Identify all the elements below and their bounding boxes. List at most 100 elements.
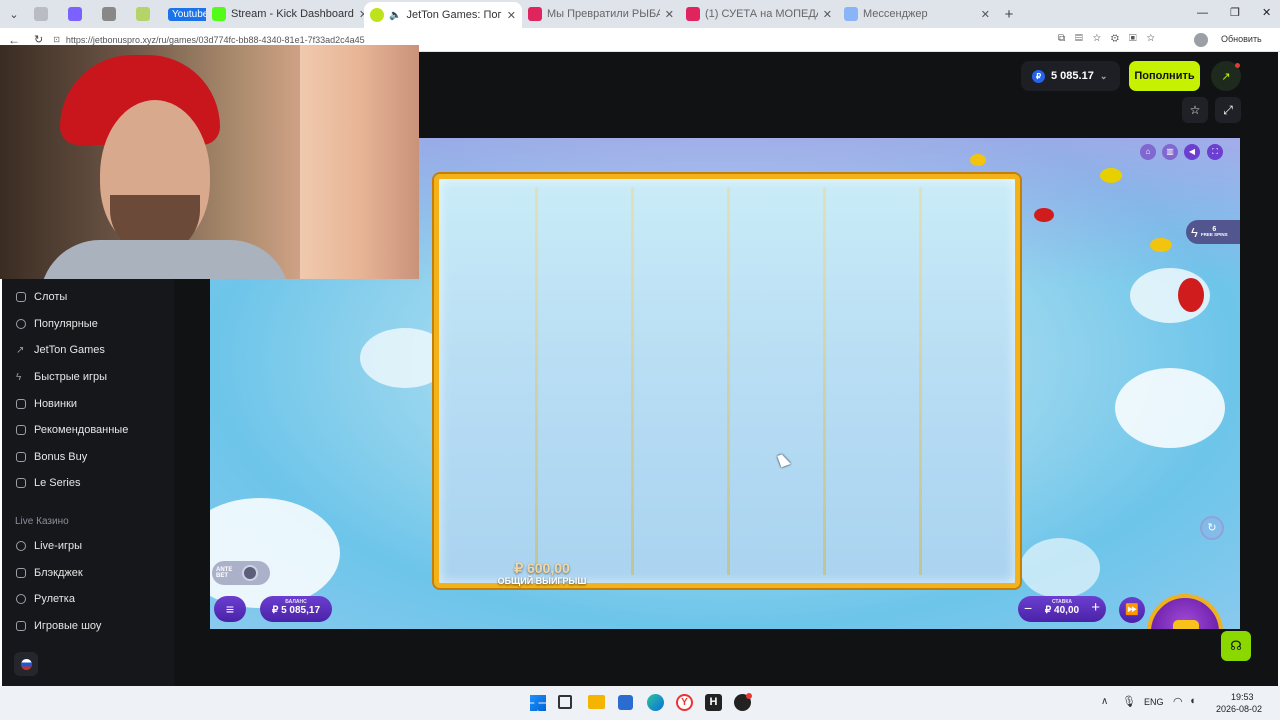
extensions-icons[interactable]: ⧉▤☆⚙▣☆ [1058,33,1165,44]
sidebar-item-roulette[interactable]: Рулетка [2,586,174,613]
free-spins-badge[interactable]: ϟ 6 FREE SPINS [1186,220,1240,244]
cards-icon [16,567,26,578]
update-button[interactable]: Обновить [1221,34,1262,44]
game-balance-display: БАЛАНС ₽ 5 085,17 [260,596,332,622]
webcam-overlay [0,45,419,279]
turbo-button[interactable]: ⏩ [1119,597,1145,623]
youtube-icon [686,7,700,21]
clock-date[interactable]: 2026-08-02 [1216,704,1262,714]
edge-browser-icon[interactable] [647,694,664,711]
sidebar-item-fast-games[interactable]: ϟ Быстрые игры [2,364,174,391]
sidebar-item-popular[interactable]: Популярные [2,311,174,338]
reel-divider [535,187,538,575]
language-indicator[interactable]: ENG [1144,697,1164,707]
sidebar-item-le-series[interactable]: Le Series [2,470,174,497]
minimize-icon[interactable]: — [1197,7,1208,19]
support-chat-button[interactable]: ☊ [1221,631,1251,661]
game-home-icon[interactable]: ⌂ [1140,144,1156,160]
new-tab-button[interactable]: + [996,6,1022,23]
sidebar-item-new[interactable]: Новинки [2,390,174,417]
close-icon[interactable]: ✕ [507,9,516,22]
url-text[interactable]: https://jetbonuspro.xyz/ru/games/03d774f… [66,35,365,45]
candy-decoration [1034,208,1054,222]
cloud-decoration [1020,538,1100,598]
sidebar-item-game-shows[interactable]: Игровые шоу [2,613,174,640]
close-icon[interactable]: ✕ [981,8,990,21]
sidebar-section-live: Live Казино [15,516,69,528]
sidebar-item-jetton-games[interactable]: ↗ JetTon Games [2,337,174,364]
chevron-down-icon: ⌄ [1099,70,1108,81]
deposit-button[interactable]: Пополнить [1129,61,1200,91]
spin-button[interactable] [1147,594,1223,629]
balance-display[interactable]: ₽ 5 085.17 ⌄ [1021,61,1120,91]
sidebar-item-label: Новинки [34,397,78,410]
favorite-button[interactable]: ☆ [1182,97,1208,123]
bolt-icon: ϟ [16,371,22,383]
roulette-icon [16,594,26,605]
wifi-icon[interactable]: ◠ [1173,695,1183,708]
new-icon [16,398,26,409]
candy-decoration [1178,278,1204,312]
clock-time[interactable]: 19:53 [1231,692,1254,702]
close-icon[interactable]: ✕ [665,8,674,21]
tab-label: JetTon Games: Погружение в [406,9,502,21]
reels-frame[interactable] [434,174,1020,588]
window-close-icon[interactable]: ✕ [1262,6,1271,19]
store-icon[interactable] [618,695,633,710]
candy-decoration [1100,168,1122,183]
fullscreen-button[interactable]: ⤢ [1215,97,1241,123]
sidebar-item-blackjack[interactable]: Блэкджек [2,559,174,586]
fire-icon [16,318,26,329]
language-flag[interactable] [14,652,38,676]
youtube-icon [528,7,542,21]
sidebar-item-label: Рулетка [34,593,75,606]
game-info-icon[interactable]: ▥ [1162,144,1178,160]
tab-pinned-3[interactable] [96,3,130,25]
tab-video-1[interactable]: Мы Превратили РЫБАЛКУ в БИЗ ✕ [522,3,680,25]
speaker-icon: 🔈 [389,9,402,21]
sound-icon[interactable]: ◀ [1184,144,1200,160]
tab-menu-icon[interactable]: ⌄ [0,8,28,21]
game-fullscreen-icon[interactable]: ⛶ [1207,144,1223,160]
sidebar-item-label: Bonus Buy [34,450,88,463]
hype-app-icon[interactable]: H [705,694,722,711]
tab-messenger[interactable]: Мессенджер ✕ [838,3,996,25]
volume-icon[interactable]: ◖ [1189,695,1196,707]
show-icon [16,620,26,631]
file-explorer-icon[interactable] [588,695,605,709]
game-menu-button[interactable]: ≡ [214,596,246,622]
sidebar-item-label: Live-игры [34,540,83,553]
total-win-value: ₽ 600,00 [514,560,570,576]
profile-avatar[interactable] [1194,33,1208,47]
ante-bet-toggle[interactable]: ANTE BET [212,561,270,585]
tab-pinned-2[interactable] [62,3,96,25]
tab-youtube[interactable]: Youtube [162,3,206,25]
bet-plus-button[interactable]: + [1091,599,1100,616]
autoplay-icon[interactable]: ↻ [1200,516,1224,540]
tab-video-2[interactable]: (1) СУЕТА на МОПЕДАХ за 30к В ✕ [680,3,838,25]
tab-jetton[interactable]: 🔈 JetTon Games: Погружение в ✕ [364,2,522,28]
yandex-browser-icon[interactable]: Y [676,694,693,711]
microphone-icon[interactable]: 🎙 [1122,695,1136,708]
maximize-icon[interactable]: ❐ [1230,6,1240,19]
bet-control: − СТАВКА ₽ 40,00 + [1018,596,1106,622]
task-view-icon[interactable] [558,695,572,709]
tab-kick[interactable]: Stream - Kick Dashboard ✕ [206,3,364,25]
sidebar-item-slots[interactable]: Слоты [2,284,174,311]
ruble-coin-icon: ₽ [1032,69,1045,83]
tray-chevron-icon[interactable]: ∧ [1101,696,1108,707]
sidebar-item-live-games[interactable]: Live-игры [2,533,174,560]
sidebar-item-bonus-buy[interactable]: Bonus Buy [2,444,174,471]
sidebar-item-recommended[interactable]: Рекомендованные [2,417,174,444]
tab-favicon [136,7,150,21]
tab-pinned-1[interactable] [28,3,62,25]
close-icon[interactable]: ✕ [823,8,832,21]
jetton-icon [370,8,384,22]
lock-icon[interactable]: ⊡ [53,35,60,44]
tab-pinned-4[interactable] [130,3,162,25]
messenger-icon [844,7,858,21]
windows-start-icon[interactable] [530,695,546,711]
cloud-decoration [1115,368,1225,448]
sidebar-item-label: Блэкджек [34,566,83,579]
